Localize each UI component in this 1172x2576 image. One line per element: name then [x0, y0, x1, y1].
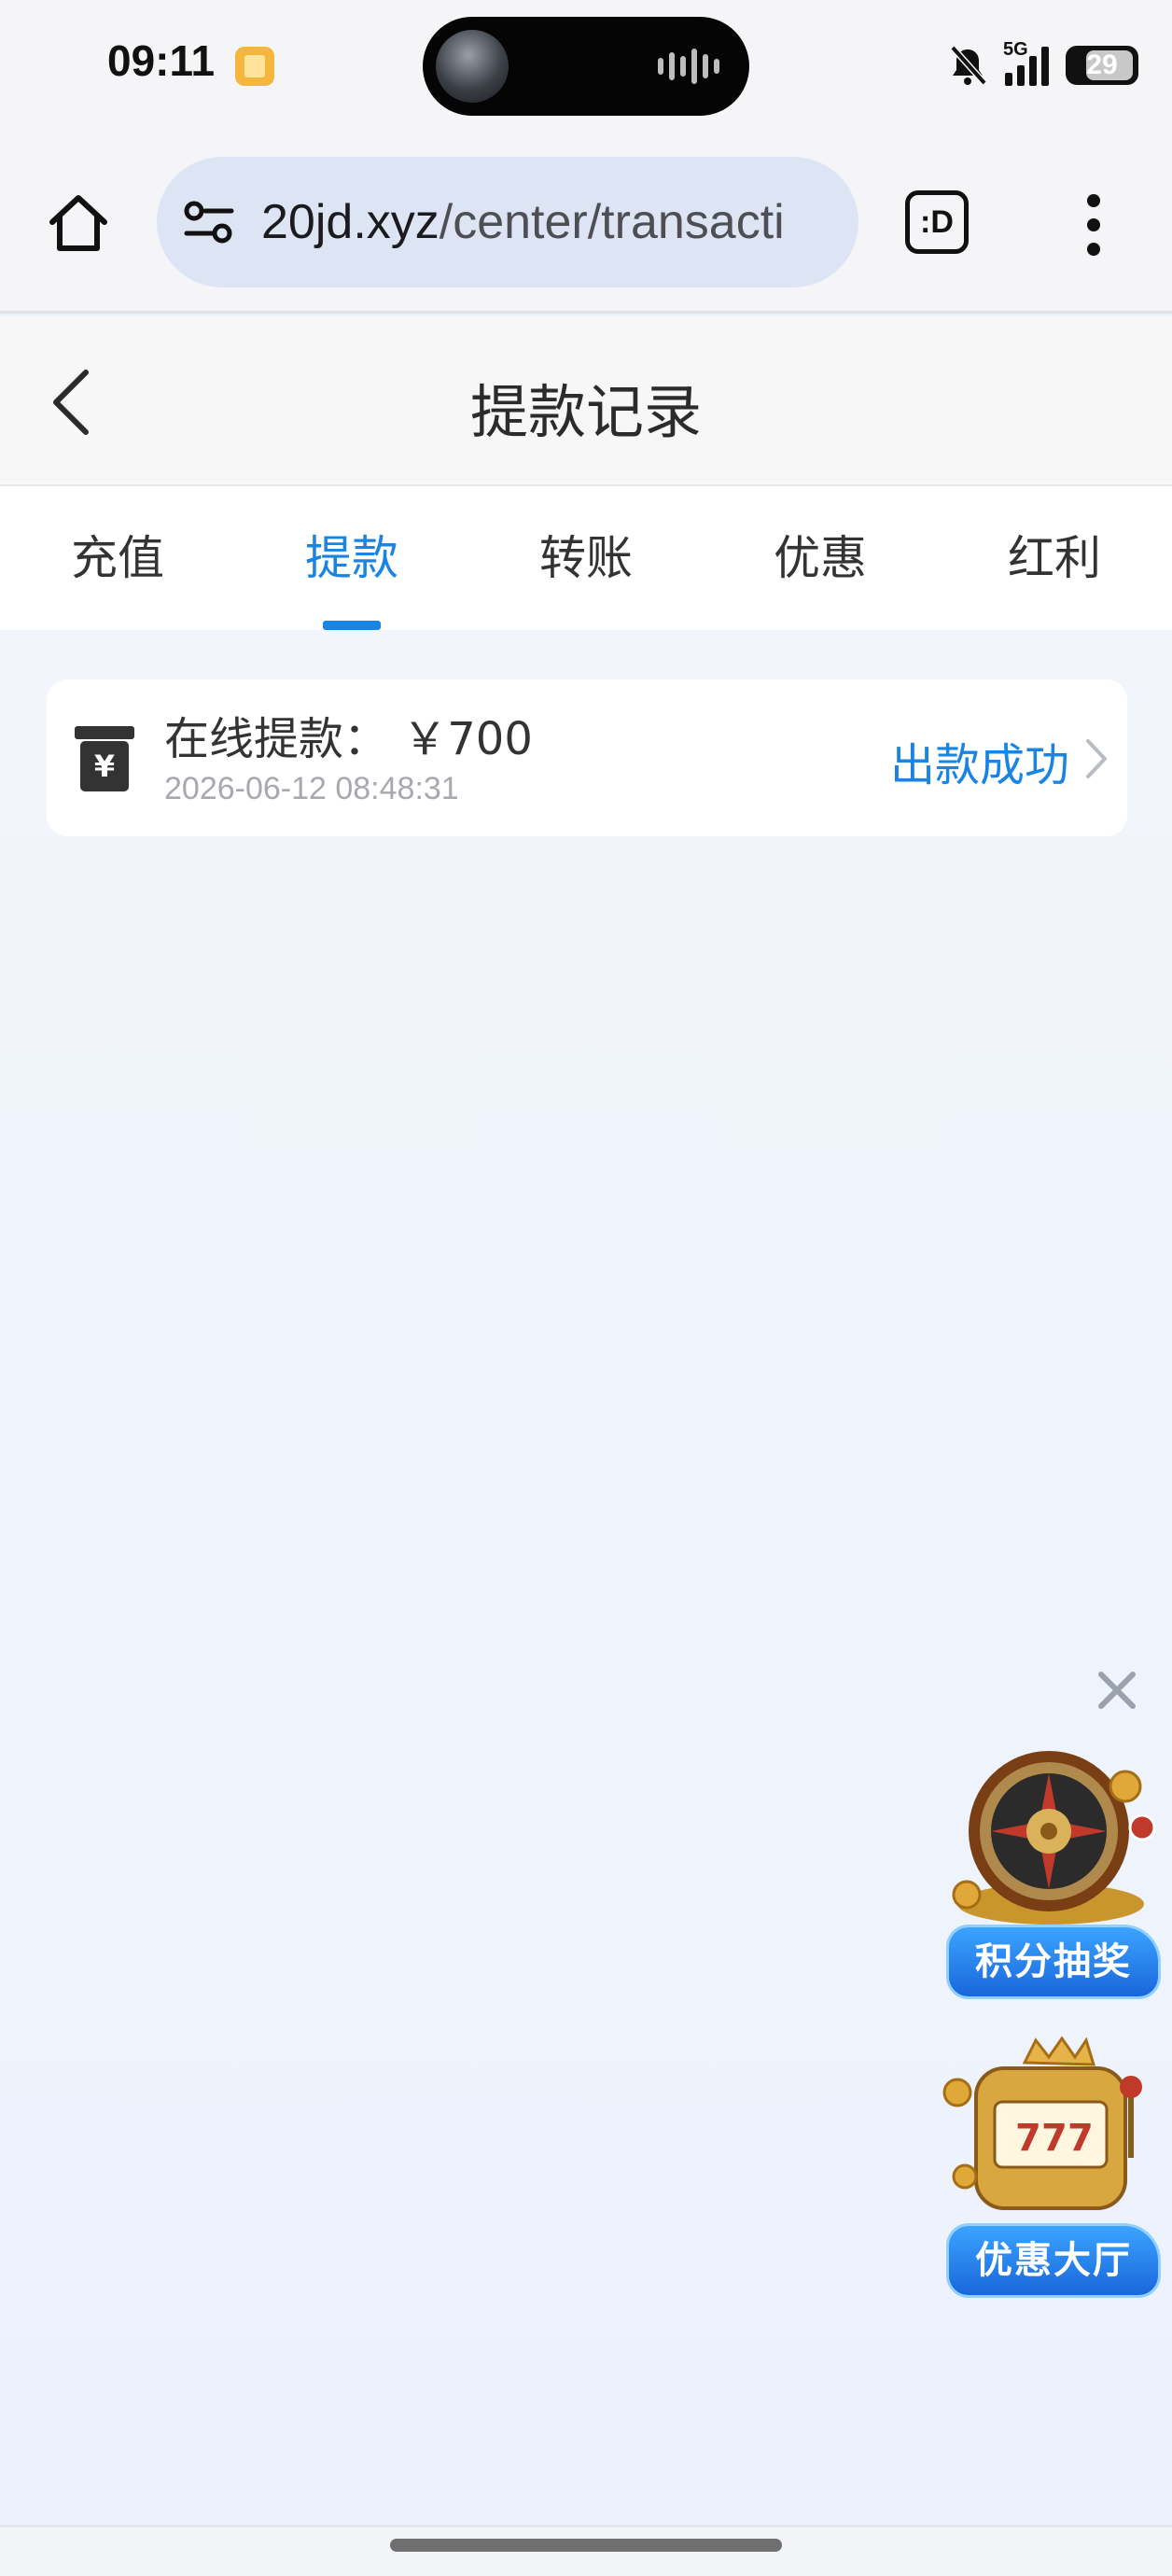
url-text: 20jd.xyz/center/transacti [261, 194, 785, 250]
close-icon[interactable] [1094, 1667, 1140, 1714]
withdraw-atm-icon: ¥ [75, 726, 134, 791]
bell-muted-icon [950, 45, 987, 86]
promotion-hall-label: 优惠大厅 [946, 2223, 1161, 2298]
status-time: 09:11 [107, 36, 216, 85]
record-type-tabs: 充值 提款 转账 优惠 红利 [0, 486, 1172, 630]
audio-wave-icon [658, 49, 719, 84]
status-bar: 09:11 5G 29 [0, 0, 1172, 131]
url-domain: 20jd.xyz [261, 195, 440, 249]
points-lottery-button[interactable]: 积分抽奖 [939, 1738, 1163, 1999]
network-type: 5G [1003, 39, 1028, 60]
record-timestamp: 2026-06-12 08:48:31 [164, 771, 459, 806]
browser-toolbar: 20jd.xyz/center/transacti :D [0, 131, 1172, 314]
notification-app-icon [235, 47, 274, 86]
record-title: 在线提款： ￥700 [164, 713, 533, 765]
media-artwork-icon [436, 30, 509, 103]
slot-machine-icon: 7 7 7 [942, 2036, 1142, 2210]
battery-level: 29 [1086, 49, 1118, 80]
status-indicators: 5G 29 [947, 37, 1138, 93]
record-status: 出款成功 [889, 739, 1069, 791]
home-icon[interactable] [41, 187, 116, 261]
gesture-bar-area [0, 2527, 1172, 2576]
points-lottery-label: 积分抽奖 [946, 1925, 1161, 1999]
tab-transfer[interactable]: 转账 [468, 486, 704, 630]
site-settings-icon[interactable] [183, 198, 235, 246]
tab-switcher-button[interactable]: :D [905, 190, 969, 254]
battery-icon: 29 [1066, 46, 1138, 85]
tab-bonus[interactable]: 红利 [937, 486, 1172, 630]
browser-menu-icon[interactable] [1084, 194, 1103, 256]
dynamic-island[interactable] [423, 17, 749, 116]
home-indicator[interactable] [390, 2539, 782, 2552]
page-header: 提款记录 [0, 316, 1172, 486]
tab-withdraw[interactable]: 提款 [234, 486, 469, 630]
withdrawal-record[interactable]: ¥ 在线提款： ￥700 2026-06-12 08:48:31 出款成功 [47, 679, 1127, 836]
roulette-icon [952, 1751, 1156, 1925]
svg-text:7: 7 [1067, 2117, 1094, 2160]
chevron-right-icon [1086, 739, 1107, 778]
tab-recharge[interactable]: 充值 [0, 486, 235, 630]
page-title: 提款记录 [469, 378, 702, 446]
address-bar[interactable]: 20jd.xyz/center/transacti [157, 157, 858, 287]
promotion-hall-button[interactable]: 7 7 7 优惠大厅 [939, 2036, 1163, 2298]
active-tab-indicator [323, 621, 381, 630]
cellular-signal-icon: 5G [1003, 39, 1049, 86]
svg-text:¥: ¥ [94, 749, 115, 784]
svg-text:7: 7 [1041, 2117, 1067, 2160]
tab-promotion[interactable]: 优惠 [703, 486, 938, 630]
url-path: /center/transacti [439, 195, 785, 249]
svg-text:7: 7 [1015, 2117, 1041, 2160]
